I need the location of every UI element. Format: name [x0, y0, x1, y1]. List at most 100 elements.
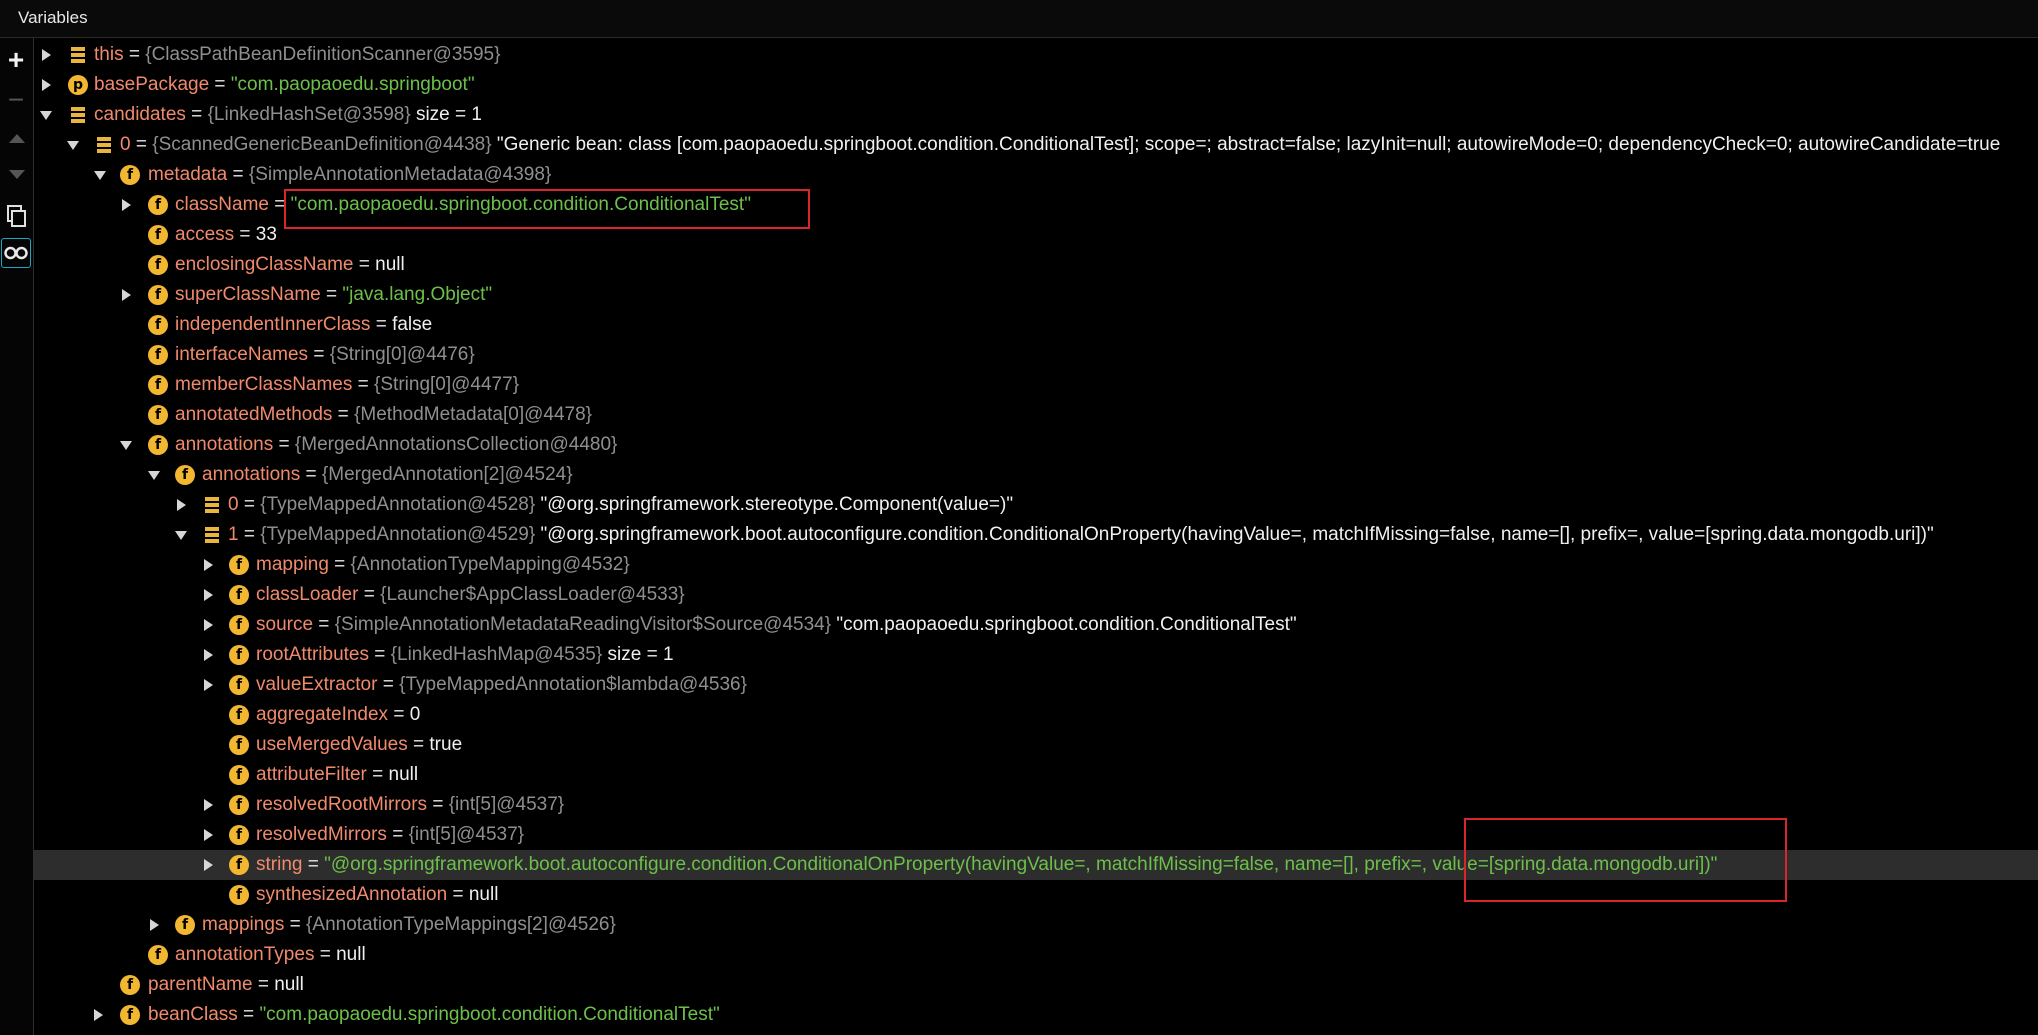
field-icon: f: [229, 855, 249, 875]
tree-row-aggregateIndex[interactable]: f aggregateIndex = 0: [34, 700, 2038, 730]
expand-arrow-icon[interactable]: [204, 559, 213, 571]
variable-value: "@org.springframework.stereotype.Compone…: [535, 494, 1014, 515]
tree-row-annotation-1[interactable]: 1 = {TypeMappedAnnotation@4529} "@org.sp…: [34, 520, 2038, 550]
collapse-arrow-icon[interactable]: [67, 141, 79, 150]
tree-row-mappings[interactable]: f mappings = {AnnotationTypeMappings[2]@…: [34, 910, 2038, 940]
tree-row-annotations[interactable]: f annotations = {MergedAnnotationsCollec…: [34, 430, 2038, 460]
expand-arrow-icon[interactable]: [204, 859, 213, 871]
variable-value: "@org.springframework.boot.autoconfigure…: [535, 524, 1934, 545]
tree-row-annotationTypes[interactable]: f annotationTypes = null: [34, 940, 2038, 970]
tree-row-attributeFilter[interactable]: f attributeFilter = null: [34, 760, 2038, 790]
tree-row-interfaceNames[interactable]: f interfaceNames = {String[0]@4476}: [34, 340, 2038, 370]
tree-row-memberClassNames[interactable]: f memberClassNames = {String[0]@4477}: [34, 370, 2038, 400]
highlight-box-classname: [284, 189, 810, 229]
expand-arrow-icon[interactable]: [204, 589, 213, 601]
tree-row-source[interactable]: f source = {SimpleAnnotationMetadataRead…: [34, 610, 2038, 640]
expand-arrow-icon[interactable]: [150, 919, 159, 931]
field-icon: f: [229, 825, 249, 845]
tree-row-independentInnerClass[interactable]: f independentInnerClass = false: [34, 310, 2038, 340]
remove-watch-button[interactable]: −: [2, 86, 30, 114]
variable-name: independentInnerClass: [175, 314, 371, 335]
variable-name: rootAttributes: [256, 644, 369, 665]
variable-name: string: [256, 854, 303, 875]
tree-row-rootAttributes[interactable]: f rootAttributes = {LinkedHashMap@4535} …: [34, 640, 2038, 670]
collapse-arrow-icon[interactable]: [120, 441, 132, 450]
expand-arrow-icon[interactable]: [204, 619, 213, 631]
variable-reference: {MergedAnnotation[2]@4524}: [321, 464, 573, 485]
variable-reference: {String[0]@4477}: [374, 374, 520, 395]
tree-row-enclosingClassName[interactable]: f enclosingClassName = null: [34, 250, 2038, 280]
variable-reference: {LinkedHashSet@3598}: [207, 104, 411, 125]
field-icon: f: [148, 945, 168, 965]
variable-name: mappings: [202, 914, 285, 935]
variable-reference: {MethodMetadata[0]@4478}: [354, 404, 593, 425]
tree-row-superClassName[interactable]: f superClassName = "java.lang.Object": [34, 280, 2038, 310]
expand-arrow-icon[interactable]: [204, 649, 213, 661]
tree-row-classLoader[interactable]: f classLoader = {Launcher$AppClassLoader…: [34, 580, 2038, 610]
glasses-icon[interactable]: [1, 238, 31, 268]
variable-name: parentName: [148, 974, 253, 995]
variable-value: false: [392, 314, 433, 335]
variable-value: null: [468, 884, 499, 905]
expand-arrow-icon[interactable]: [122, 199, 131, 211]
move-down-button[interactable]: [9, 170, 25, 179]
add-watch-button[interactable]: +: [2, 46, 30, 74]
field-icon: f: [148, 315, 168, 335]
variable-name: mapping: [256, 554, 329, 575]
field-icon: f: [148, 345, 168, 365]
field-icon: f: [175, 465, 195, 485]
tree-row-useMergedValues[interactable]: f useMergedValues = true: [34, 730, 2038, 760]
field-icon: f: [148, 195, 168, 215]
variable-name: 0: [228, 494, 239, 515]
entry-icon: [202, 495, 222, 515]
collapse-arrow-icon[interactable]: [40, 111, 52, 120]
variable-reference: {ScannedGenericBeanDefinition@4438}: [152, 134, 492, 155]
variable-value: "Generic bean: class [com.paopaoedu.spri…: [491, 134, 2001, 155]
variable-name: attributeFilter: [256, 764, 367, 785]
tree-row-candidate-0[interactable]: 0 = {ScannedGenericBeanDefinition@4438} …: [34, 130, 2038, 160]
collapse-arrow-icon[interactable]: [148, 471, 160, 480]
tree-row-resolvedRootMirrors[interactable]: f resolvedRootMirrors = {int[5]@4537}: [34, 790, 2038, 820]
variable-name: annotations: [175, 434, 274, 455]
field-icon: f: [148, 375, 168, 395]
expand-arrow-icon[interactable]: [122, 289, 131, 301]
copy-icon-graphic: [7, 205, 26, 227]
collapse-arrow-icon[interactable]: [94, 171, 106, 180]
tree-row-metadata[interactable]: f metadata = {SimpleAnnotationMetadata@4…: [34, 160, 2038, 190]
field-icon: f: [120, 165, 140, 185]
expand-arrow-icon[interactable]: [204, 799, 213, 811]
expand-arrow-icon[interactable]: [94, 1009, 103, 1021]
variable-reference: {ClassPathBeanDefinitionScanner@3595}: [145, 44, 501, 65]
variable-name: aggregateIndex: [256, 704, 389, 725]
variable-reference: {SimpleAnnotationMetadataReadingVisitor$…: [334, 614, 832, 635]
variable-name: valueExtractor: [256, 674, 378, 695]
tree-row-valueExtractor[interactable]: f valueExtractor = {TypeMappedAnnotation…: [34, 670, 2038, 700]
panel-header: Variables: [0, 0, 2038, 38]
variable-value: null: [375, 254, 405, 275]
tree-row-basePackage[interactable]: p basePackage = "com.paopaoedu.springboo…: [34, 70, 2038, 100]
tree-row-annotatedMethods[interactable]: f annotatedMethods = {MethodMetadata[0]@…: [34, 400, 2038, 430]
tree-row-parentName[interactable]: f parentName = null: [34, 970, 2038, 1000]
collapse-arrow-icon[interactable]: [175, 531, 187, 540]
variable-name: synthesizedAnnotation: [256, 884, 448, 905]
expand-arrow-icon[interactable]: [42, 79, 51, 91]
tree-row-this[interactable]: this = {ClassPathBeanDefinitionScanner@3…: [34, 40, 2038, 70]
entry-icon: [68, 45, 88, 65]
variable-name: this: [94, 44, 124, 65]
expand-arrow-icon[interactable]: [204, 679, 213, 691]
field-icon: f: [120, 975, 140, 995]
tree-row-mapping[interactable]: f mapping = {AnnotationTypeMapping@4532}: [34, 550, 2038, 580]
tree-row-annotation-0[interactable]: 0 = {TypeMappedAnnotation@4528} "@org.sp…: [34, 490, 2038, 520]
expand-arrow-icon[interactable]: [42, 49, 51, 61]
variable-value: "com.paopaoedu.springboot.condition.Cond…: [259, 1004, 720, 1025]
tree-row-beanClass[interactable]: f beanClass = "com.paopaoedu.springboot.…: [34, 1000, 2038, 1030]
expand-arrow-icon[interactable]: [177, 499, 186, 511]
tree-row-annotations-nested[interactable]: f annotations = {MergedAnnotation[2]@452…: [34, 460, 2038, 490]
tree-row-candidates[interactable]: candidates = {LinkedHashSet@3598} size =…: [34, 100, 2038, 130]
field-icon: f: [148, 255, 168, 275]
variable-value: "com.paopaoedu.springboot": [230, 74, 475, 95]
variable-reference: {int[5]@4537}: [448, 794, 565, 815]
move-up-button[interactable]: [9, 134, 25, 143]
copy-icon[interactable]: [2, 202, 30, 230]
expand-arrow-icon[interactable]: [204, 829, 213, 841]
